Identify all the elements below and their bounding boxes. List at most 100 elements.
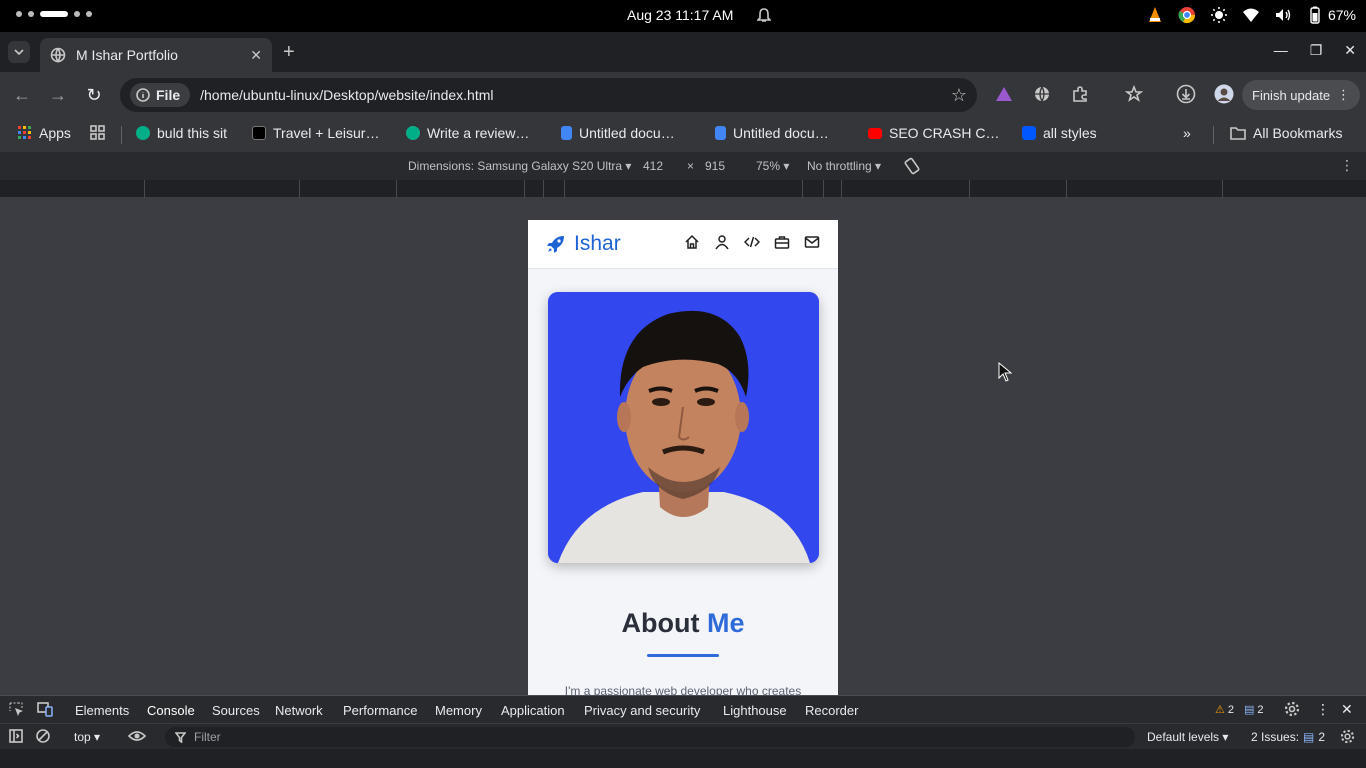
site-logo[interactable]: Ishar bbox=[546, 232, 621, 256]
volume-icon[interactable] bbox=[1274, 6, 1292, 24]
system-clock[interactable]: Aug 23 11:17 AM bbox=[627, 7, 733, 23]
devtools-tab-application[interactable]: Application bbox=[501, 703, 565, 718]
reading-list-icon[interactable] bbox=[1124, 84, 1144, 104]
issues-counter[interactable]: 2 Issues: ▤ 2 bbox=[1251, 730, 1325, 744]
briefcase-icon[interactable] bbox=[774, 234, 790, 250]
home-icon[interactable] bbox=[684, 234, 700, 250]
wifi-icon[interactable] bbox=[1242, 6, 1260, 24]
context-selector[interactable]: top ▾ bbox=[74, 730, 100, 744]
warnings-counter[interactable]: ⚠ 2 bbox=[1215, 703, 1234, 717]
devtools-tab-lighthouse[interactable]: Lighthouse bbox=[723, 703, 787, 718]
filter-placeholder: Filter bbox=[194, 730, 221, 744]
live-expression-eye-icon[interactable] bbox=[127, 728, 147, 747]
device-toggle-icon[interactable] bbox=[37, 702, 53, 720]
bookmark-apps[interactable]: Apps bbox=[18, 125, 71, 141]
site-info-chip[interactable]: File bbox=[130, 83, 191, 107]
bookmark-star-icon[interactable]: ☆ bbox=[951, 85, 967, 106]
close-devtools-icon[interactable]: ✕ bbox=[1341, 701, 1353, 718]
reload-button[interactable]: ↻ bbox=[84, 85, 104, 105]
console-settings-gear-icon[interactable] bbox=[1340, 729, 1355, 747]
globe-icon bbox=[50, 47, 66, 63]
console-toolbar: top ▾ Filter Default levels ▾ 2 Issues: … bbox=[0, 723, 1366, 749]
issues-message-icon: ▤ bbox=[1303, 730, 1315, 744]
more-bookmarks-chevron-icon[interactable]: » bbox=[1183, 125, 1191, 141]
device-toolbar-more-icon[interactable]: ⋮ bbox=[1340, 157, 1354, 174]
site-brand-name: Ishar bbox=[574, 232, 621, 255]
device-width-input[interactable]: 412 bbox=[643, 159, 663, 173]
maximize-icon[interactable]: ❐ bbox=[1310, 42, 1323, 59]
tab-search-button[interactable] bbox=[8, 41, 30, 63]
tab-close-icon[interactable]: ✕ bbox=[250, 47, 262, 64]
bookmark-item[interactable]: Travel + Leisur… bbox=[252, 125, 379, 141]
vpn-globe-icon[interactable] bbox=[1032, 84, 1052, 104]
devtools-tab-bar: Elements Console Sources Network Perform… bbox=[0, 695, 1366, 725]
back-button[interactable]: ← bbox=[12, 85, 32, 105]
vlc-icon[interactable] bbox=[1146, 6, 1164, 24]
user-icon[interactable] bbox=[714, 234, 730, 250]
notification-bell-icon[interactable] bbox=[757, 8, 771, 23]
close-window-icon[interactable]: ✕ bbox=[1344, 42, 1356, 59]
devtools-tab-console[interactable]: Console bbox=[139, 703, 203, 725]
bookmark-item[interactable]: SEO CRASH C… bbox=[868, 125, 999, 141]
url-text[interactable]: /home/ubuntu-linux/Desktop/website/index… bbox=[200, 87, 493, 103]
browser-tab-active[interactable]: M Ishar Portfolio ✕ bbox=[40, 38, 272, 72]
devtools-tab-privacy-security[interactable]: Privacy and security bbox=[584, 703, 700, 718]
log-levels-select[interactable]: Default levels ▾ bbox=[1147, 730, 1228, 744]
forward-button[interactable]: → bbox=[48, 85, 68, 105]
code-icon[interactable] bbox=[744, 234, 760, 250]
throttling-select[interactable]: No throttling ▾ bbox=[807, 159, 881, 173]
device-select[interactable]: Dimensions: Samsung Galaxy S20 Ultra ▾ bbox=[408, 159, 631, 173]
log-levels-label: Default levels bbox=[1147, 730, 1220, 744]
zoom-label: 75% bbox=[756, 159, 781, 173]
inspect-element-icon[interactable] bbox=[9, 702, 24, 720]
bookmark-label: Apps bbox=[39, 125, 71, 141]
console-output-area[interactable] bbox=[0, 749, 1366, 768]
profile-avatar[interactable] bbox=[1214, 84, 1234, 104]
folder-icon bbox=[1230, 127, 1246, 140]
finish-update-button[interactable]: Finish update ⋮ bbox=[1242, 80, 1360, 110]
devtools-tab-elements[interactable]: Elements bbox=[75, 703, 129, 718]
brightness-icon[interactable] bbox=[1210, 6, 1228, 24]
devtools-more-icon[interactable]: ⋮ bbox=[1316, 701, 1330, 718]
bookmark-item[interactable]: Untitled docu… bbox=[715, 125, 829, 141]
browser-toolbar: ← → ↻ File /home/ubuntu-linux/Desktop/we… bbox=[0, 72, 1366, 118]
download-icon[interactable] bbox=[1176, 84, 1196, 104]
tab-groups-button[interactable] bbox=[90, 125, 105, 140]
device-height-input[interactable]: 915 bbox=[705, 159, 725, 173]
sidebar-toggle-icon[interactable] bbox=[9, 729, 23, 746]
issues-label: 2 Issues: bbox=[1251, 730, 1300, 744]
more-menu-icon: ⋮ bbox=[1337, 87, 1350, 102]
extensions-puzzle-icon[interactable] bbox=[1070, 84, 1090, 104]
chrome-icon[interactable] bbox=[1178, 6, 1196, 24]
proton-extension-icon[interactable] bbox=[994, 84, 1014, 104]
messages-counter[interactable]: ▤ 2 bbox=[1244, 703, 1264, 717]
address-bar[interactable]: File /home/ubuntu-linux/Desktop/website/… bbox=[120, 78, 977, 112]
devtools-tab-sources[interactable]: Sources bbox=[212, 703, 260, 718]
minimize-icon[interactable]: — bbox=[1274, 42, 1288, 59]
rotate-icon[interactable] bbox=[903, 157, 921, 178]
bookmark-label: Travel + Leisur… bbox=[273, 125, 380, 141]
messages-count: 2 bbox=[1257, 703, 1264, 716]
console-filter-input[interactable]: Filter bbox=[165, 727, 1135, 747]
bookmark-label: Untitled docu… bbox=[579, 125, 675, 141]
zoom-select[interactable]: 75% ▾ bbox=[756, 159, 789, 173]
tab-groups-icon bbox=[90, 125, 105, 140]
settings-gear-icon[interactable] bbox=[1284, 701, 1300, 720]
media-query-ruler[interactable] bbox=[0, 180, 1366, 198]
battery-indicator[interactable]: 67% bbox=[1306, 6, 1356, 24]
all-bookmarks-button[interactable]: All Bookmarks bbox=[1230, 125, 1342, 141]
clear-console-icon[interactable] bbox=[36, 729, 50, 746]
devtools-tab-performance[interactable]: Performance bbox=[343, 703, 417, 718]
mail-icon[interactable] bbox=[804, 234, 820, 250]
bookmark-item[interactable]: all styles bbox=[1022, 125, 1097, 141]
tripadvisor-icon bbox=[406, 126, 420, 140]
bookmark-item[interactable]: buld this sit bbox=[136, 125, 227, 141]
youtube-icon bbox=[868, 127, 882, 139]
bookmark-item[interactable]: Write a review… bbox=[406, 125, 529, 141]
devtools-tab-memory[interactable]: Memory bbox=[435, 703, 482, 718]
new-tab-button[interactable]: + bbox=[283, 41, 295, 64]
devtools-tab-recorder[interactable]: Recorder bbox=[805, 703, 858, 718]
workspace-indicator[interactable] bbox=[16, 11, 92, 17]
devtools-tab-network[interactable]: Network bbox=[275, 703, 323, 718]
bookmark-item[interactable]: Untitled docu… bbox=[561, 125, 675, 141]
